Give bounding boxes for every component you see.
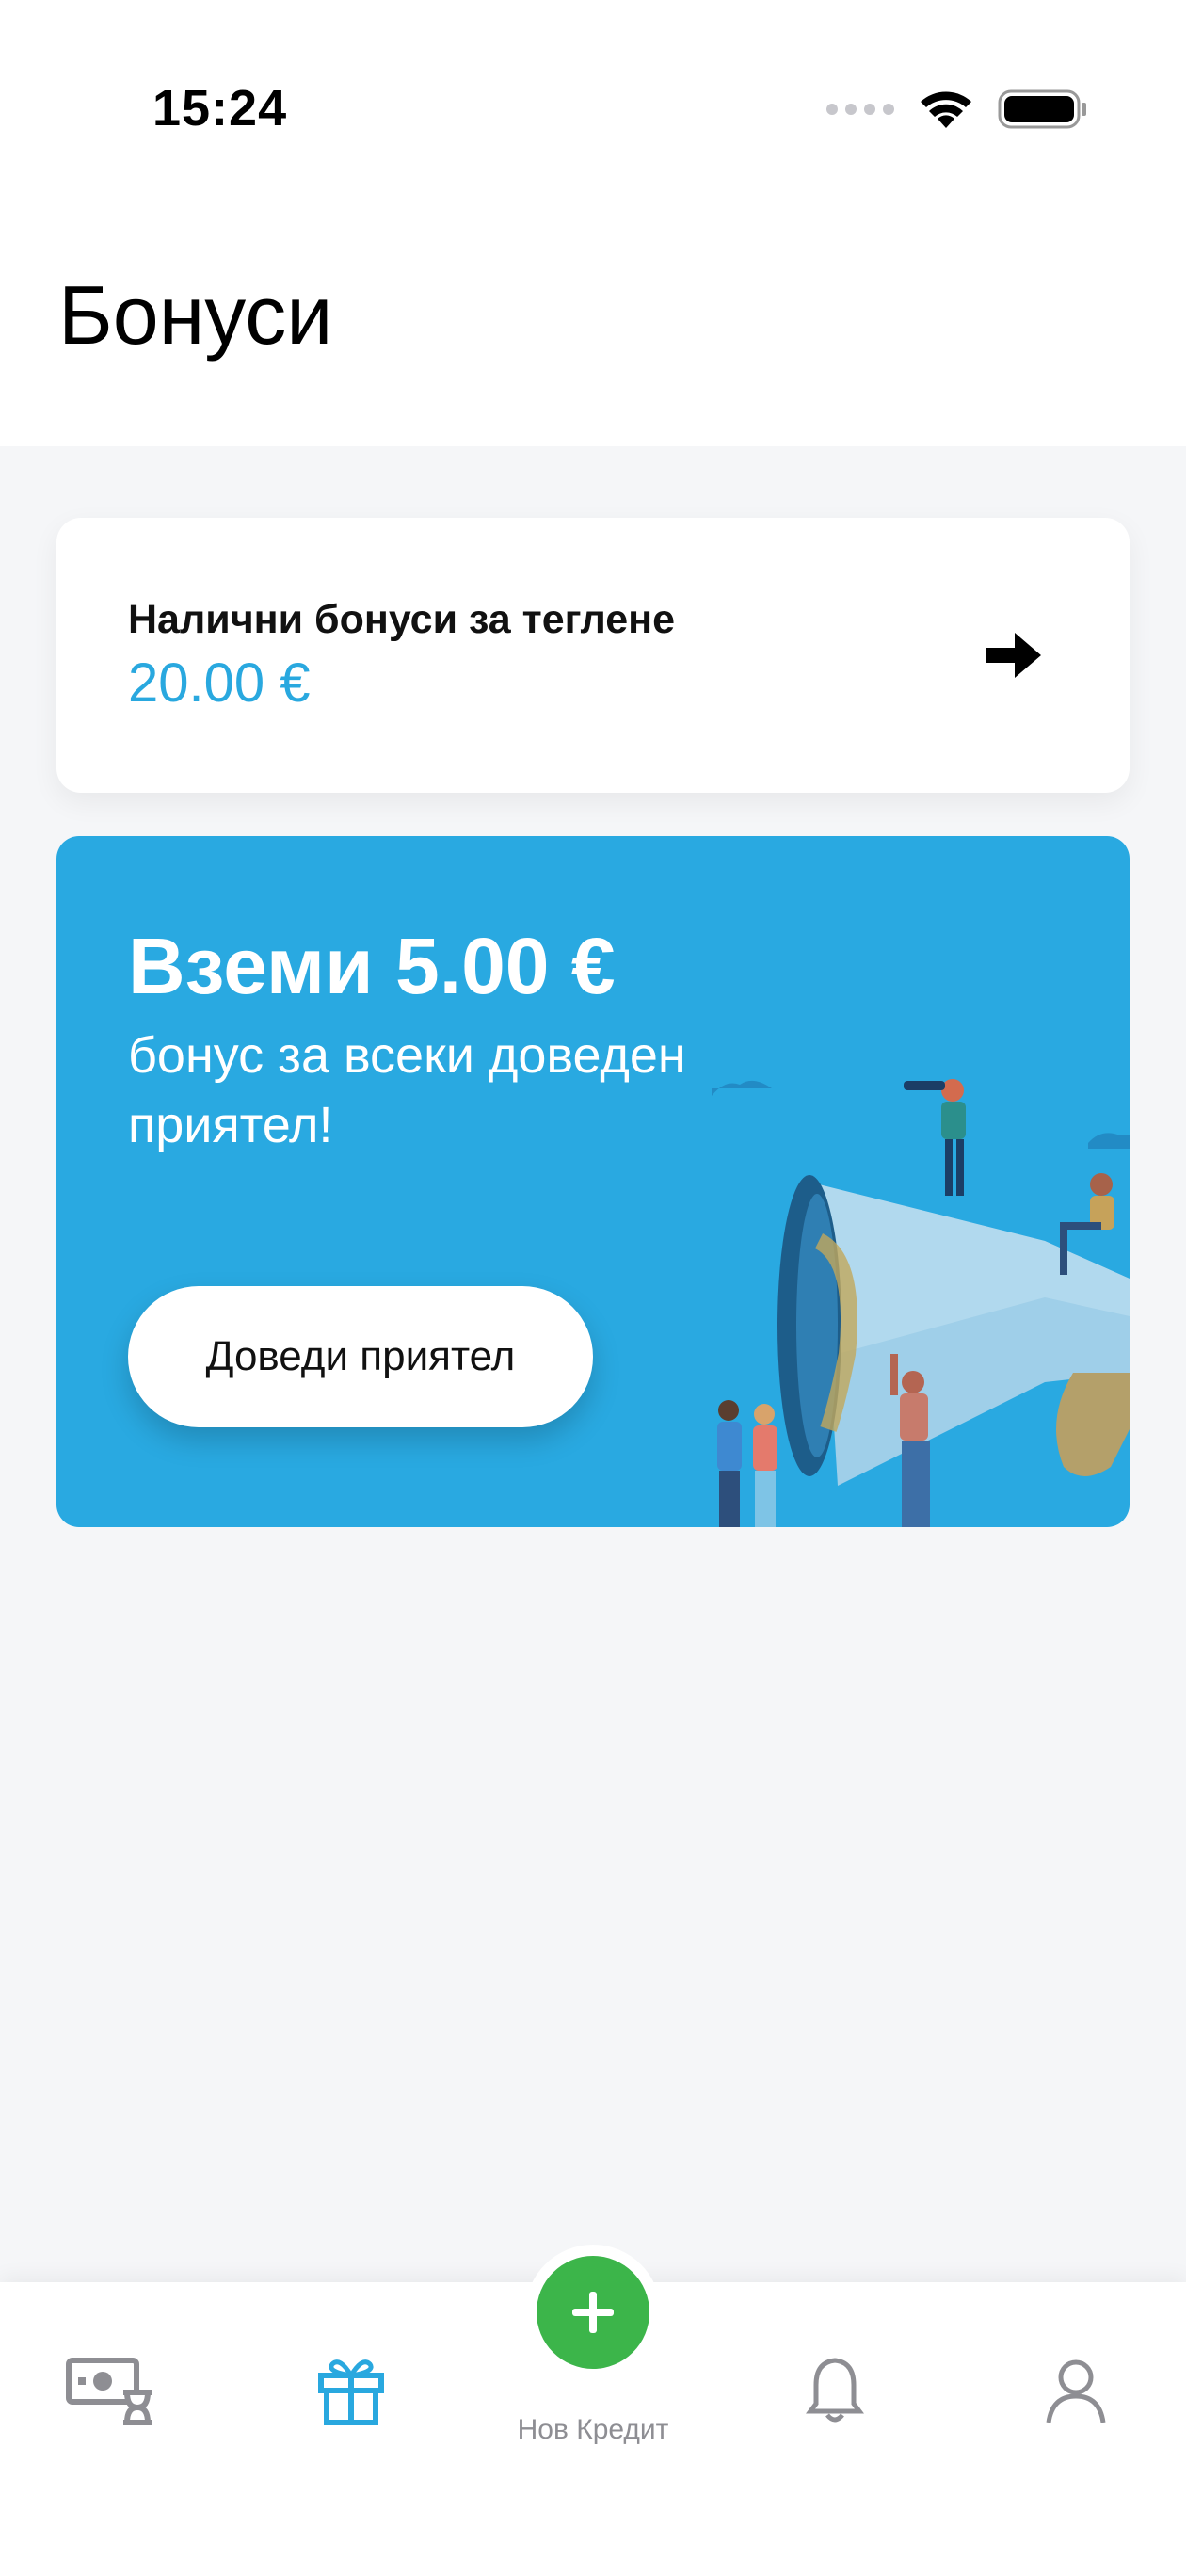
invite-friend-button[interactable]: Доведи приятел <box>128 1286 593 1427</box>
page-title: Бонуси <box>58 268 333 362</box>
status-time: 15:24 <box>152 80 288 137</box>
bonus-label: Налични бонуси за теглене <box>128 597 676 642</box>
signal-icon <box>826 104 894 115</box>
tab-profile[interactable] <box>1024 2348 1128 2433</box>
battery-icon <box>998 89 1086 129</box>
status-indicators <box>826 83 1088 136</box>
bonus-amount: 20.00 € <box>128 652 311 714</box>
plus-icon <box>572 2292 614 2333</box>
promo-title: Вземи 5.00 € <box>128 922 616 1010</box>
wifi-icon <box>921 91 971 128</box>
available-bonus-card[interactable]: Налични бонуси за теглене 20.00 € <box>56 518 1130 793</box>
arrow-right-icon[interactable] <box>983 629 1045 682</box>
new-credit-button[interactable] <box>537 2256 649 2369</box>
promo-subtitle: бонус за всеки доведен приятел! <box>128 1027 686 1153</box>
megaphone-illustration <box>712 1079 1130 1527</box>
bell-icon <box>806 2358 864 2423</box>
tab-notifications[interactable] <box>783 2348 887 2433</box>
new-credit-label: Нов Кредит <box>517 2414 669 2445</box>
bottom-tab-bar: Нов Кредит <box>0 2245 1186 2576</box>
profile-icon <box>1046 2359 1106 2423</box>
top-area: 15:24 Бонуси <box>0 0 1186 446</box>
referral-promo-banner: Вземи 5.00 € бонус за всеки доведен прия… <box>56 836 1130 1527</box>
